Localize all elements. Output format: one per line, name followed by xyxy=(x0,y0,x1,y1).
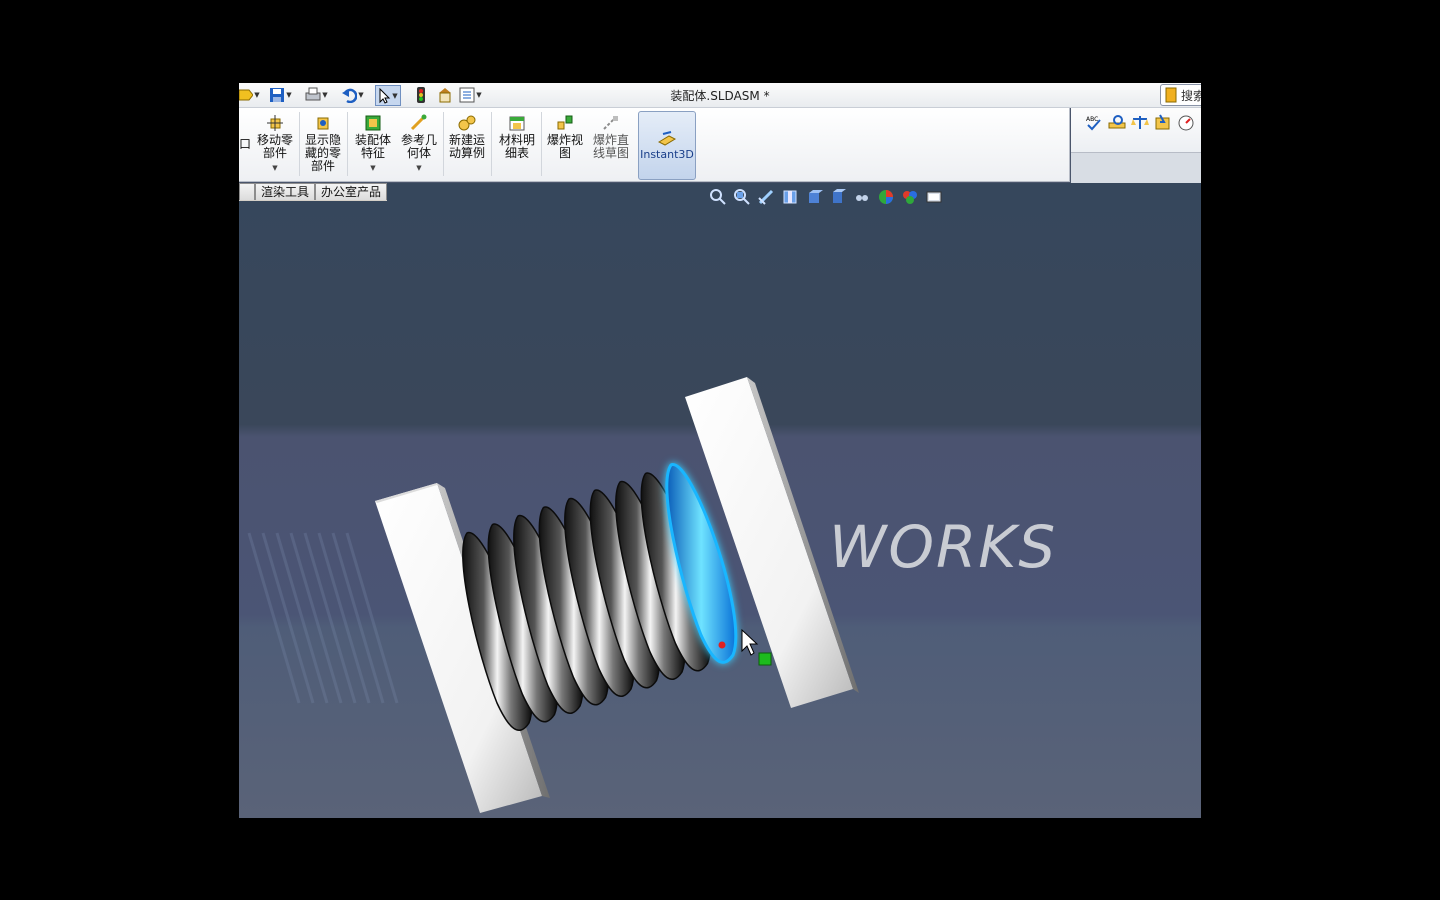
zoom-area-icon[interactable] xyxy=(733,188,751,206)
tab-render-tools[interactable]: 渲染工具 xyxy=(255,183,316,200)
bom-icon xyxy=(509,116,525,131)
title-bar: ▼ ▼ ▼ ▼ ▼ ▼ 装配体.SLDASM * 搜索 xyxy=(239,83,1201,108)
partial-label: 口 xyxy=(239,137,252,151)
reference-geometry-label-2: 何体 xyxy=(406,146,431,160)
move-component-icon xyxy=(267,115,283,131)
display-style-icon[interactable] xyxy=(829,188,847,206)
previous-view-icon[interactable] xyxy=(757,188,775,206)
window-title: 装配体.SLDASM * xyxy=(670,89,770,103)
show-hidden-icon xyxy=(317,117,329,130)
search-commands-box[interactable]: 搜索 xyxy=(1160,84,1201,106)
partial-button[interactable]: 口 xyxy=(239,138,251,151)
evaluate-toolbar: ABC xyxy=(1071,108,1201,153)
separator xyxy=(443,112,444,176)
model-scene xyxy=(239,183,1201,818)
explode-line-label-2: 线草图 xyxy=(592,146,629,160)
instant3d-button[interactable]: Instant3D xyxy=(638,111,696,180)
separator xyxy=(299,112,300,176)
assembly-features-button[interactable]: 装配体 特征 ▼ xyxy=(351,114,395,175)
selection-point[interactable] xyxy=(718,641,726,649)
search-label: 搜索 xyxy=(1181,88,1201,103)
watermark-text: WORKS xyxy=(829,513,1058,581)
edit-appearance-icon[interactable] xyxy=(877,188,895,206)
chevron-down-icon[interactable]: ▼ xyxy=(272,162,277,175)
tab-hidden[interactable] xyxy=(239,183,255,200)
spell-check-icon[interactable]: ABC xyxy=(1085,114,1103,132)
bom-label-2: 细表 xyxy=(504,146,529,160)
measure-icon[interactable] xyxy=(1108,114,1126,132)
apply-scene-icon[interactable] xyxy=(901,188,919,206)
zoom-to-fit-icon[interactable] xyxy=(709,188,727,206)
view-settings-icon[interactable] xyxy=(925,188,943,206)
command-manager: 口 移动零 部件 ▼ 显示隐 藏的零 部件 装配体 特征 ▼ 参考几 何体 ▼ xyxy=(239,108,1070,182)
separator xyxy=(491,112,492,176)
move-component-label-2: 部件 xyxy=(262,146,287,160)
performance-icon[interactable] xyxy=(1177,114,1195,132)
explode-line-sketch-button[interactable]: 爆炸直 线草图 xyxy=(589,114,633,160)
mass-properties-icon[interactable] xyxy=(1131,114,1149,132)
separator xyxy=(347,112,348,176)
show-hidden-components-button[interactable]: 显示隐 藏的零 部件 xyxy=(303,114,343,173)
heads-up-view-toolbar xyxy=(709,187,943,207)
instant3d-icon xyxy=(657,131,677,146)
command-manager-tabs: 渲染工具 办公室产品 xyxy=(239,183,388,201)
separator xyxy=(541,112,542,176)
reference-geometry-icon xyxy=(410,114,427,131)
chevron-down-icon[interactable]: ▼ xyxy=(416,162,421,175)
book-icon xyxy=(1165,87,1177,103)
reference-geometry-button[interactable]: 参考几 何体 ▼ xyxy=(397,114,441,175)
instant3d-label: Instant3D xyxy=(640,148,694,161)
drag-handle[interactable] xyxy=(758,652,772,666)
svg-text:ABC: ABC xyxy=(1086,116,1098,123)
solidworks-window: × WORKS ▼ ▼ ▼ ▼ ▼ xyxy=(239,83,1201,818)
exploded-view-button[interactable]: 爆炸视 图 xyxy=(543,114,587,160)
motion-study-icon xyxy=(458,115,476,131)
section-icon[interactable] xyxy=(1154,114,1172,132)
exploded-view-label-2: 图 xyxy=(558,146,571,160)
tab-office-products[interactable]: 办公室产品 xyxy=(315,183,388,200)
hide-show-icon[interactable] xyxy=(853,188,871,206)
view-orientation-icon[interactable] xyxy=(805,188,823,206)
chevron-down-icon[interactable]: ▼ xyxy=(370,162,375,175)
ribbon-filler xyxy=(1071,153,1201,183)
show-hidden-label-3: 部件 xyxy=(310,159,335,173)
explode-line-icon xyxy=(603,116,618,130)
exploded-view-icon xyxy=(557,115,573,130)
new-motion-study-button[interactable]: 新建运 动算例 xyxy=(445,114,489,160)
assembly-features-label-2: 特征 xyxy=(360,146,385,160)
section-view-icon[interactable] xyxy=(781,188,799,206)
bill-of-materials-button[interactable]: 材料明 细表 xyxy=(495,114,539,160)
new-motion-study-label-2: 动算例 xyxy=(448,146,485,160)
assembly-feature-icon xyxy=(365,115,381,131)
move-component-button[interactable]: 移动零 部件 ▼ xyxy=(255,114,295,175)
graphics-viewport[interactable]: × xyxy=(239,183,1201,818)
